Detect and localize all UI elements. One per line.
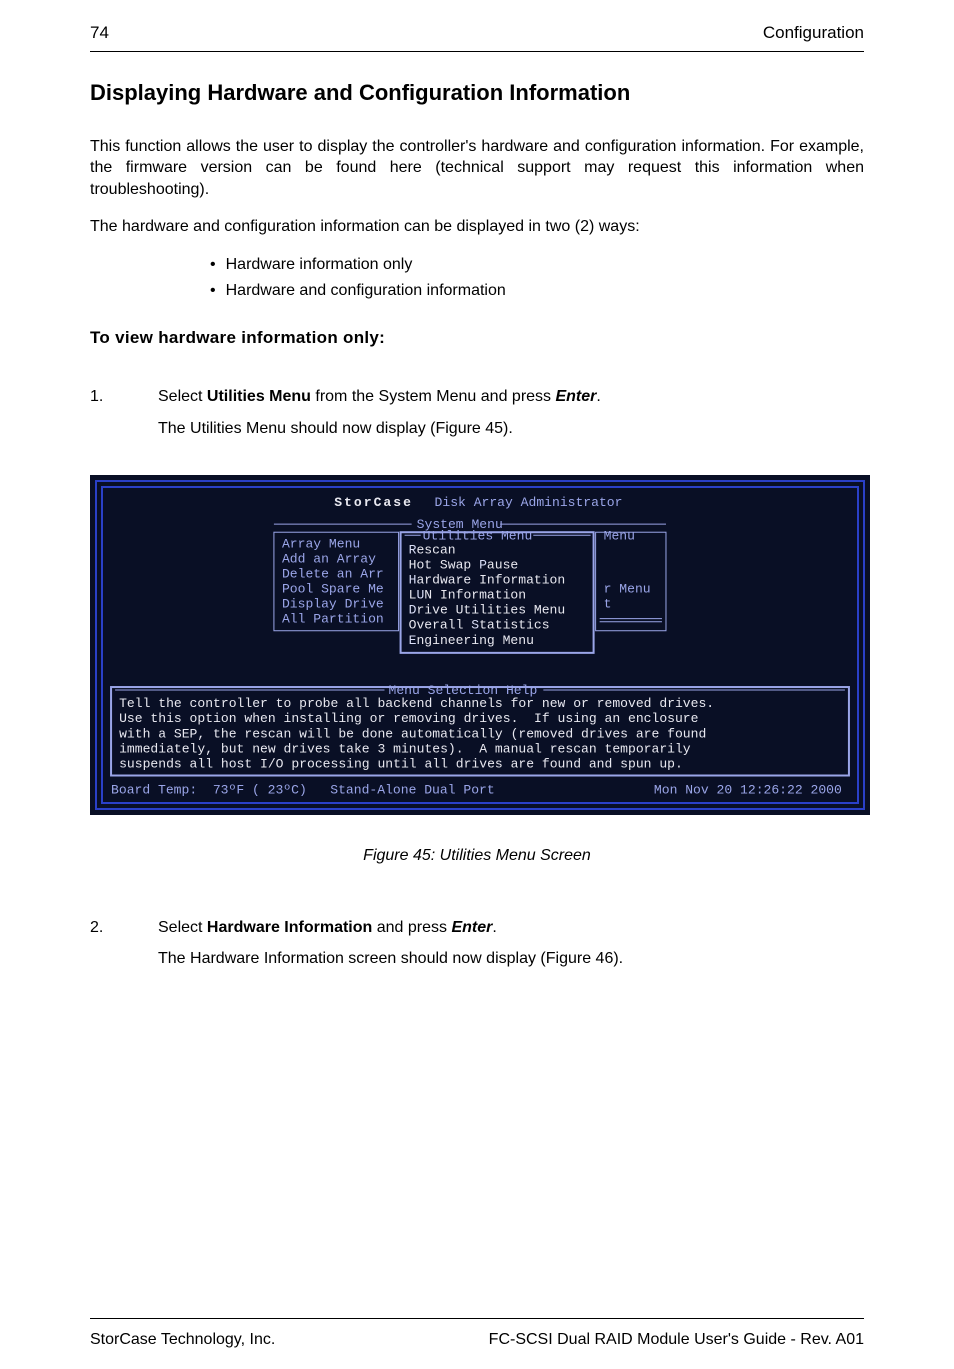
help-line: with a SEP, the rescan will be done auto… — [119, 727, 706, 742]
step-text: . — [492, 919, 496, 936]
header-rule — [90, 51, 864, 52]
util-item: Engineering Menu — [409, 633, 534, 648]
page-header: 74 Configuration — [90, 22, 864, 45]
chapter-name: Configuration — [763, 22, 864, 45]
step-text: . — [596, 388, 600, 405]
step-text: from the System Menu and press — [311, 388, 556, 405]
step-text-bold: Hardware Information — [207, 919, 372, 936]
left-menu-item: Add an Array — [282, 552, 376, 567]
step-2-line2: The Hardware Information screen should n… — [158, 948, 864, 970]
step-1-body: Select Utilities Menu from the System Me… — [158, 386, 601, 408]
bullet-item: Hardware and configuration information — [210, 280, 864, 302]
step-1: 1. Select Utilities Menu from the System… — [90, 386, 864, 408]
footer-rule — [90, 1318, 864, 1319]
util-item: LUN Information — [409, 588, 526, 603]
util-item: Rescan — [409, 543, 456, 558]
utilities-menu-label: Utilities Menu — [423, 529, 533, 544]
left-menu-item: Pool Spare Me — [282, 582, 384, 597]
step-text: Select — [158, 388, 207, 405]
status-left: Board Temp: 73ºF ( 23ºC) Stand-Alone Dua… — [111, 783, 495, 798]
help-line: Tell the controller to probe all backend… — [119, 696, 714, 711]
console-title-rest: Disk Array Administrator — [427, 495, 623, 510]
right-menu-item: r Menu — [604, 582, 651, 597]
step-text-key: Enter — [451, 919, 492, 936]
page: 74 Configuration Displaying Hardware and… — [0, 0, 954, 1369]
console-screenshot: StorCase Disk Array Administrator System… — [90, 475, 870, 815]
console-border: StorCase Disk Array Administrator System… — [95, 480, 865, 810]
step-text-bold: Utilities Menu — [207, 388, 311, 405]
console-border-inner: StorCase Disk Array Administrator System… — [101, 486, 859, 804]
bullet-item: Hardware information only — [210, 254, 864, 276]
console-title-bold: StorCase — [334, 495, 413, 510]
util-item: Overall Statistics — [409, 618, 550, 633]
left-menu-item: Display Drive — [282, 597, 384, 612]
page-number: 74 — [90, 22, 109, 45]
paragraph-2: The hardware and configuration informati… — [90, 216, 864, 238]
right-menu-item: t — [604, 597, 612, 612]
right-menu-label: Menu — [604, 529, 635, 544]
console-svg: StorCase Disk Array Administrator System… — [103, 490, 857, 802]
util-item: Hardware Information — [409, 573, 566, 588]
subheading: To view hardware information only: — [90, 327, 864, 350]
figure-caption: Figure 45: Utilities Menu Screen — [90, 845, 864, 867]
step-text-key: Enter — [555, 388, 596, 405]
paragraph-1: This function allows the user to display… — [90, 136, 864, 201]
left-menu-item: Array Menu — [282, 537, 360, 552]
left-menu-item: Delete an Arr — [282, 567, 384, 582]
step-1-line2: The Utilities Menu should now display (F… — [158, 418, 864, 440]
footer-left: StorCase Technology, Inc. — [90, 1329, 275, 1351]
step-2-body: Select Hardware Information and press En… — [158, 917, 497, 939]
section-title: Displaying Hardware and Configuration In… — [90, 78, 864, 108]
help-line: immediately, but new drives take 3 minut… — [119, 742, 691, 757]
step-number: 1. — [90, 386, 110, 408]
step-2: 2. Select Hardware Information and press… — [90, 917, 864, 939]
util-item: Drive Utilities Menu — [409, 603, 566, 618]
footer-right: FC-SCSI Dual RAID Module User's Guide - … — [489, 1329, 864, 1351]
help-line: Use this option when installing or remov… — [119, 712, 698, 727]
help-line: suspends all host I/O processing until a… — [119, 757, 683, 772]
util-item: Hot Swap Pause — [409, 558, 519, 573]
left-menu-item: All Partition — [282, 612, 384, 627]
step-number: 2. — [90, 917, 110, 939]
status-right: Mon Nov 20 12:26:22 2000 — [654, 783, 842, 798]
bullet-list: Hardware information only Hardware and c… — [90, 254, 864, 301]
step-text: and press — [372, 919, 451, 936]
page-footer: StorCase Technology, Inc. FC-SCSI Dual R… — [90, 1329, 864, 1351]
step-text: Select — [158, 919, 207, 936]
